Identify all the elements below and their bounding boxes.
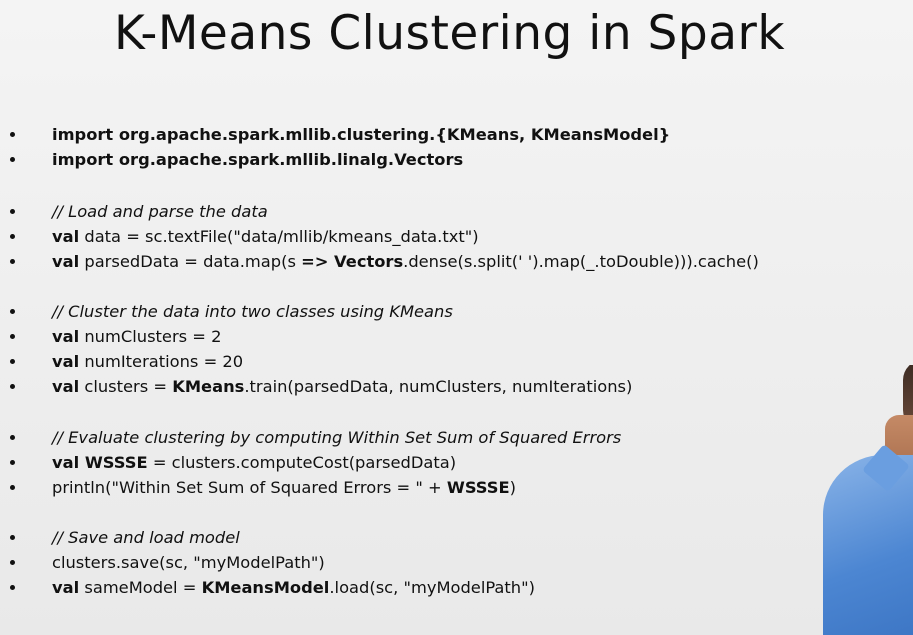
- code-bold: => Vectors: [301, 252, 404, 271]
- code-bold: KMeans: [172, 377, 245, 396]
- presenter-image: [809, 365, 913, 635]
- list-item: val sameModel = KMeansModel.load(sc, "my…: [0, 575, 880, 600]
- list-item: val clusters = KMeans.train(parsedData, …: [0, 374, 880, 399]
- bullet-dot: [10, 485, 15, 490]
- code-text: clusters =: [79, 377, 173, 396]
- code-text: println("Within Set Sum of Squared Error…: [52, 478, 447, 497]
- list-item: val parsedData = data.map(s => Vectors.d…: [0, 249, 880, 274]
- code-keyword: val: [52, 377, 80, 396]
- code-line: val WSSSE = clusters.computeCost(parsedD…: [52, 450, 456, 475]
- code-line: val numClusters = 2: [52, 324, 221, 349]
- list-item: // Evaluate clustering by computing With…: [0, 425, 880, 450]
- code-text: .train(parsedData, numClusters, numItera…: [244, 377, 633, 396]
- code-line: println("Within Set Sum of Squared Error…: [52, 475, 516, 500]
- code-text: data = sc.textFile("data/mllib/kmeans_da…: [79, 227, 479, 246]
- code-text: .dense(s.split(' ').map(_.toDouble))).ca…: [403, 252, 759, 271]
- bullet-dot: [10, 435, 15, 440]
- code-text: numClusters = 2: [79, 327, 222, 346]
- code-keyword: val: [52, 252, 80, 271]
- code-line: val parsedData = data.map(s => Vectors.d…: [52, 249, 759, 274]
- code-bold: WSSSE: [446, 478, 510, 497]
- bullet-dot: [10, 535, 15, 540]
- bullet-dot: [10, 560, 15, 565]
- bullet-dot: [10, 359, 15, 364]
- code-keyword: val WSSSE: [52, 453, 148, 472]
- list-item: clusters.save(sc, "myModelPath"): [0, 550, 880, 575]
- list-item: val data = sc.textFile("data/mllib/kmean…: [0, 224, 880, 249]
- code-line: val clusters = KMeans.train(parsedData, …: [52, 374, 632, 399]
- list-item: val numClusters = 2: [0, 324, 880, 349]
- list-item: val numIterations = 20: [0, 349, 880, 374]
- list-item: val WSSSE = clusters.computeCost(parsedD…: [0, 450, 880, 475]
- bullet-dot: [10, 259, 15, 264]
- code-keyword: val: [52, 578, 80, 597]
- bullet-dot: [10, 384, 15, 389]
- slide-title: K-Means Clustering in Spark: [114, 6, 786, 61]
- code-comment: // Load and parse the data: [52, 202, 268, 221]
- slide: K-Means Clustering in Spark import org.a…: [0, 0, 913, 635]
- code-line: import org.apache.spark.mllib.clustering…: [52, 125, 671, 144]
- list-item: import org.apache.spark.mllib.clustering…: [0, 122, 880, 147]
- bullet-dot: [10, 334, 15, 339]
- list-item: // Save and load model: [0, 525, 880, 550]
- list-item: import org.apache.spark.mllib.linalg.Vec…: [0, 147, 880, 172]
- bullet-dot: [10, 132, 15, 137]
- code-keyword: val: [52, 327, 80, 346]
- list-item: println("Within Set Sum of Squared Error…: [0, 475, 880, 500]
- code-text: parsedData = data.map(s: [79, 252, 302, 271]
- code-keyword: val: [52, 227, 80, 246]
- bullet-dot: [10, 460, 15, 465]
- code-comment: // Cluster the data into two classes usi…: [52, 302, 453, 321]
- list-item: // Load and parse the data: [0, 199, 880, 224]
- code-line: val numIterations = 20: [52, 349, 243, 374]
- code-comment: // Save and load model: [52, 528, 240, 547]
- code-text: ): [509, 478, 517, 497]
- bullet-dot: [10, 157, 15, 162]
- code-line: val sameModel = KMeansModel.load(sc, "my…: [52, 575, 535, 600]
- bullet-dot: [10, 309, 15, 314]
- code-line: clusters.save(sc, "myModelPath"): [52, 553, 325, 572]
- code-keyword: val: [52, 352, 80, 371]
- code-text: = clusters.computeCost(parsedData): [147, 453, 457, 472]
- presenter-shirt: [823, 455, 913, 635]
- code-line: import org.apache.spark.mllib.linalg.Vec…: [52, 150, 464, 169]
- bullet-dot: [10, 234, 15, 239]
- bullet-dot: [10, 209, 15, 214]
- list-item: // Cluster the data into two classes usi…: [0, 299, 880, 324]
- code-text: numIterations = 20: [79, 352, 244, 371]
- code-text: sameModel =: [79, 578, 202, 597]
- code-comment: // Evaluate clustering by computing With…: [52, 428, 622, 447]
- code-text: .load(sc, "myModelPath"): [329, 578, 535, 597]
- code-bold: KMeansModel: [201, 578, 330, 597]
- bullet-dot: [10, 585, 15, 590]
- code-line: val data = sc.textFile("data/mllib/kmean…: [52, 224, 479, 249]
